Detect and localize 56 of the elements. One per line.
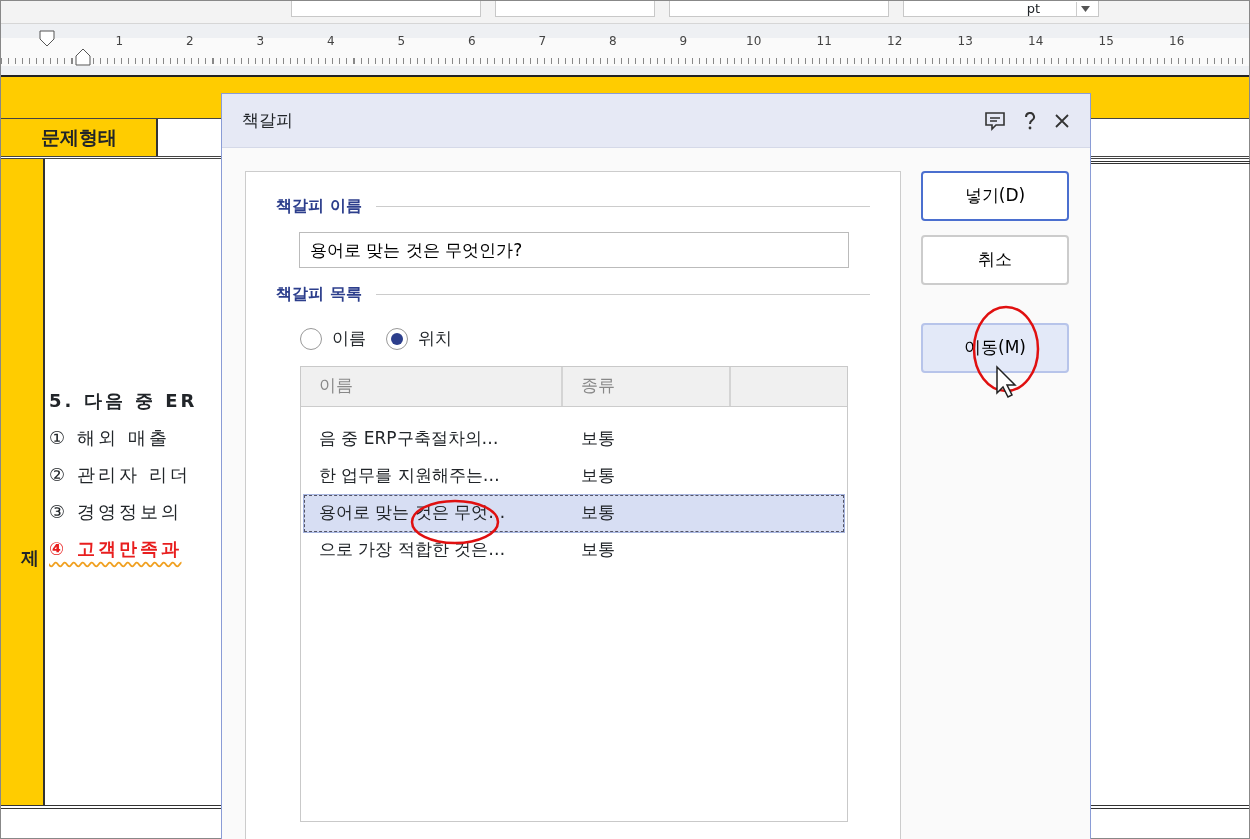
ruler-number: 12 [887,34,903,48]
radio-option[interactable]: 위치 [386,326,452,352]
ruler-number: 2 [185,34,194,48]
toolbar-field[interactable] [291,1,481,17]
ruler-number: 8 [608,34,617,48]
ruler-number: 16 [1169,34,1185,48]
bookmark-type: 보통 [580,464,615,488]
close-icon[interactable] [1054,112,1070,129]
font-size-field[interactable]: pt [903,1,1099,17]
ruler-number: 10 [746,34,762,48]
ruler-number: 14 [1028,34,1044,48]
bookmark-type: 보통 [580,427,615,451]
list-row[interactable]: 한 업무를 지원해주는… 보통 [304,457,844,495]
ruler-number: 11 [816,34,832,48]
toolbar-field[interactable] [495,1,655,17]
table-cell-text: 제 [21,545,39,570]
list-row[interactable]: 으로 가장 적합한 것은… 보통 [304,531,844,569]
ruler-number: 1 [115,34,124,48]
radio-label: 위치 [418,327,452,350]
radio-button[interactable] [386,327,408,350]
list-row[interactable]: 음 중 ERP구축절차의… 보통 [304,420,844,458]
dialog-title: 책갈피 [242,108,294,132]
indent-marker-icon[interactable] [39,30,55,48]
dialog-button[interactable]: 취소 [921,235,1069,285]
section-heading: 책갈피 목록 [276,283,362,305]
dialog-button[interactable]: 넣기(D) [921,171,1069,221]
question-text: 5. 다음 중 ER [49,390,198,411]
radio-button[interactable] [300,327,322,350]
table-cell: 문제형태 [1,119,158,156]
answer-option: ④ 고객만족과 [49,538,182,559]
answer-option: ① 해외 매출 [49,427,170,448]
bookmark-name: 음 중 ERP구축절차의… [319,428,499,449]
unit-label: pt [1026,2,1040,15]
cursor-icon [995,365,1019,401]
bookmark-type: 보통 [580,538,615,562]
ruler-number: 6 [467,34,476,48]
bookmark-name-field[interactable]: 용어로 맞는 것은 무엇인가? [299,232,849,268]
ruler-number: 15 [1098,34,1114,48]
ruler-number: 13 [957,34,973,48]
help-icon[interactable] [1024,111,1036,130]
toolbar-field[interactable] [669,1,889,17]
section-heading: 책갈피 이름 [276,195,362,217]
radio-option[interactable]: 이름 [300,326,366,352]
indent-marker-icon[interactable] [75,48,91,66]
bookmark-name: 으로 가장 적합한 것은… [319,539,506,560]
bookmark-name: 한 업무를 지원해주는… [319,465,500,486]
ruler-number: 5 [397,34,406,48]
bookmark-type: 보통 [580,501,615,525]
ruler-number: 7 [538,34,547,48]
ruler-number: 3 [256,34,265,48]
ruler-number: 9 [679,34,688,48]
answer-option: ③ 경영정보의 [49,501,182,522]
answer-option: ② 관리자 리더 [49,464,191,485]
comment-icon[interactable] [984,110,1006,131]
ruler-number: 4 [326,34,335,48]
radio-label: 이름 [332,327,366,350]
